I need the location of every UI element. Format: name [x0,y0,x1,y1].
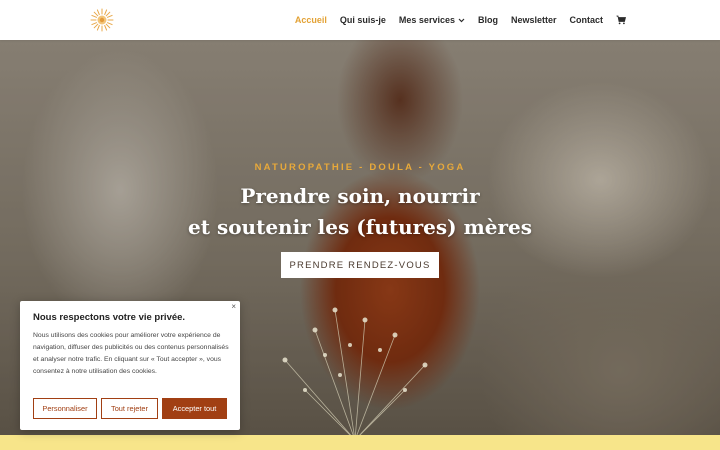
cookie-consent-dialog: × Nous respectons votre vie privée. Nous… [20,301,240,430]
nav-newsletter[interactable]: Newsletter [511,15,557,25]
chevron-down-icon [458,18,465,22]
hero-title-line-2: et soutenir les (futures) mères [188,215,532,239]
nav-contact[interactable]: Contact [570,15,604,25]
cookie-description: Nous utilisons des cookies pour améliore… [33,332,229,375]
site-header: Accueil Qui suis-je Mes services Blog Ne… [0,0,720,40]
nav-blog-label: Blog [477,15,498,25]
shopping-cart-icon[interactable] [616,15,626,25]
main-nav: Accueil Qui suis-je Mes services Blog Ne… [295,0,626,40]
nav-contact-label: Contact [569,15,604,25]
bottom-yellow-band [0,435,720,450]
nav-mes-services-label: Mes services [398,15,455,25]
nav-accueil[interactable]: Accueil [295,15,327,25]
reject-all-button[interactable]: Tout rejeter [101,398,158,419]
nav-mes-services[interactable]: Mes services [399,15,465,25]
book-appointment-button[interactable]: PRENDRE RENDEZ-VOUS [281,252,439,278]
dried-flowers-bouquet-image [282,307,428,435]
nav-accueil-label: Accueil [294,15,327,25]
hero-title-line-1: Prendre soin, nourrir [240,184,480,208]
nav-qui-suis-je-label: Qui suis-je [339,15,386,25]
personalize-button[interactable]: Personnaliser [33,398,97,419]
hero-subtitle: NATUROPATHIE - DOULA - YOGA [254,162,466,173]
nav-newsletter-label: Newsletter [510,15,557,25]
cookie-title: Nous respectons votre vie privée. [33,312,186,323]
close-icon[interactable]: × [231,302,236,311]
nav-qui-suis-je[interactable]: Qui suis-je [340,15,386,25]
sun-flower-logo-icon[interactable] [90,8,114,32]
accept-all-button[interactable]: Accepter tout [162,398,227,419]
nav-blog[interactable]: Blog [478,15,498,25]
cookie-buttons: Personnaliser Tout rejeter Accepter tout [33,398,227,419]
